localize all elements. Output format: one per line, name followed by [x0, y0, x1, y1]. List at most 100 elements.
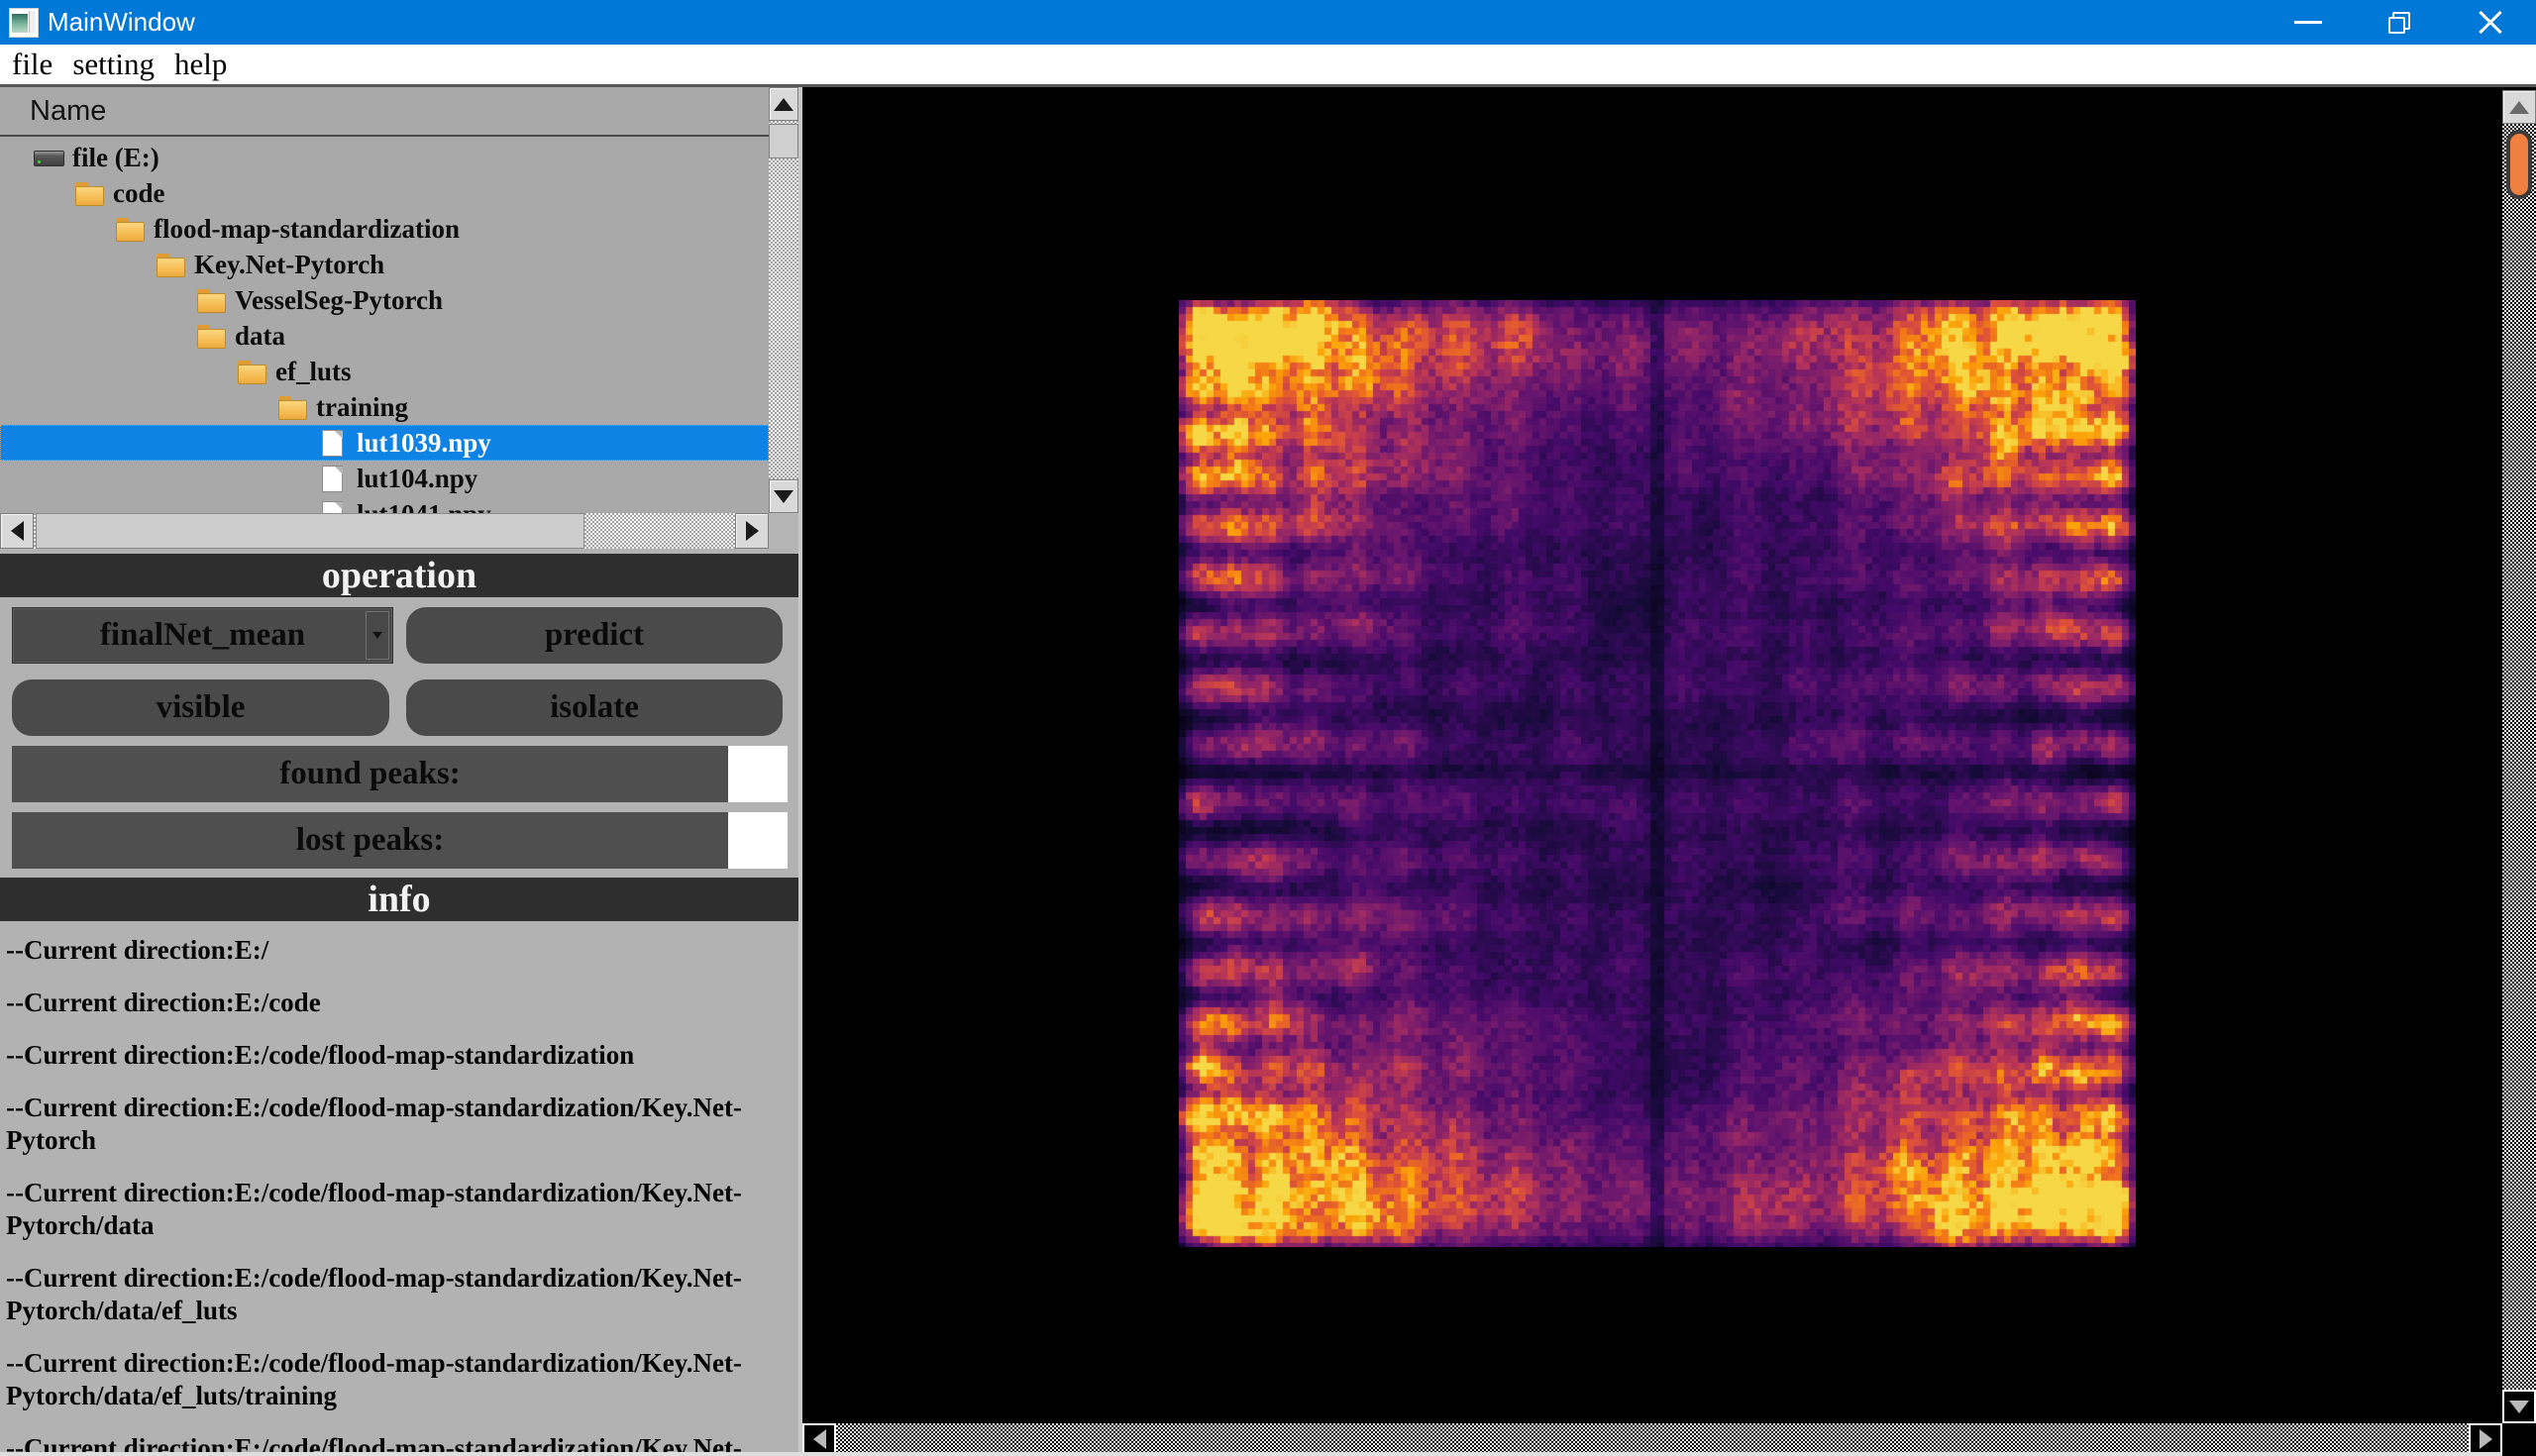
- minimize-button[interactable]: [2263, 0, 2354, 45]
- tree-item-training[interactable]: training: [0, 389, 769, 425]
- info-log-line: --Current direction:E:/​code/​flood-map-…: [6, 1432, 792, 1453]
- file-icon: [318, 501, 348, 514]
- image-vscroll-track[interactable]: [2502, 124, 2536, 1390]
- restore-icon: [2388, 12, 2410, 34]
- tree-vscroll-track[interactable]: [769, 121, 798, 479]
- tree-item-code[interactable]: code: [0, 175, 769, 211]
- floodmap-canvas: [1179, 300, 2136, 1247]
- close-button[interactable]: [2445, 0, 2536, 45]
- tree-rows: file (E:) code flood-map-standardization Ke…: [0, 137, 769, 513]
- tree-header-label: Name: [30, 95, 106, 128]
- restore-button[interactable]: [2354, 0, 2445, 45]
- folder-icon: [277, 394, 307, 421]
- tree-scroll-right-button[interactable]: [735, 513, 769, 549]
- file-icon: [318, 430, 348, 457]
- tree-hscroll-thumb[interactable]: [36, 513, 584, 549]
- folder-icon: [196, 287, 226, 314]
- file-icon: [318, 466, 348, 492]
- tree-item-label: VesselSeg-Pytorch: [235, 285, 443, 316]
- operation-section-header: operation: [0, 554, 798, 597]
- image-vscroll-thumb[interactable]: [2506, 130, 2532, 199]
- image-scroll-down-button[interactable]: [2502, 1390, 2536, 1423]
- tree-item-data[interactable]: data: [0, 318, 769, 354]
- image-vertical-scrollbar[interactable]: [2502, 87, 2536, 1423]
- tree-horizontal-scrollbar[interactable]: [0, 513, 769, 549]
- tree-item-key-net-pytorch[interactable]: Key.Net-Pytorch: [0, 247, 769, 282]
- info-log-line: --Current direction:E:/​code/​flood-map-…: [6, 1262, 792, 1327]
- info-log-line: --Current direction:E:/​code/​flood-map-…: [6, 1347, 792, 1412]
- info-log-line: --Current direction:E:/​: [6, 934, 792, 967]
- main-window: MainWindow file setting help Name file (E:…: [0, 0, 2536, 1456]
- image-hscroll-track[interactable]: [836, 1423, 2469, 1455]
- tree-item-ef-luts[interactable]: ef_luts: [0, 354, 769, 389]
- tree-item-label: lut1041.npy: [357, 499, 491, 514]
- app-icon: [9, 8, 39, 38]
- folder-icon: [74, 180, 104, 207]
- tree-header[interactable]: Name: [0, 87, 769, 137]
- image-scroll-left-button[interactable]: [802, 1423, 836, 1455]
- tree-scroll-down-button[interactable]: [769, 479, 798, 513]
- isolate-button[interactable]: isolate: [406, 679, 783, 736]
- arrow-up-icon: [2509, 101, 2529, 114]
- info-log: --Current direction:E:/​ --Current direct…: [6, 934, 792, 1453]
- minimize-icon: [2294, 21, 2322, 24]
- tree-item-label: lut1039.npy: [357, 428, 491, 459]
- info-section-header: info: [0, 878, 798, 921]
- tree-item-file-e-[interactable]: file (E:): [0, 140, 769, 175]
- info-log-line: --Current direction:E:/​code: [6, 987, 792, 1019]
- predict-button[interactable]: predict: [406, 607, 783, 664]
- tree-item-vesselseg-pytorch[interactable]: VesselSeg-Pytorch: [0, 282, 769, 318]
- tree-item-lut1039-npy[interactable]: lut1039.npy: [0, 425, 769, 461]
- folder-icon: [156, 252, 185, 278]
- tree-item-flood-map-standardization[interactable]: flood-map-standardization: [0, 211, 769, 247]
- visible-button[interactable]: visible: [12, 679, 389, 736]
- title-bar: MainWindow: [0, 0, 2536, 45]
- chevron-down-icon: [372, 632, 382, 639]
- predict-button-label: predict: [545, 617, 644, 654]
- lost-peaks-value[interactable]: [728, 812, 788, 869]
- close-icon: [2478, 10, 2503, 36]
- tree-item-lut1041-npy[interactable]: lut1041.npy: [0, 496, 769, 513]
- image-scrollbar-corner: [2502, 1423, 2536, 1455]
- image-viewport[interactable]: [798, 87, 2536, 1456]
- tree-vscroll-thumb[interactable]: [769, 124, 798, 158]
- operation-header-label: operation: [322, 554, 476, 597]
- info-header-label: info: [368, 878, 430, 921]
- arrow-up-icon: [774, 98, 793, 111]
- model-combobox[interactable]: finalNet_mean: [12, 607, 393, 664]
- image-scroll-up-button[interactable]: [2502, 90, 2536, 124]
- drive-icon: [34, 145, 63, 171]
- menu-item-setting[interactable]: setting: [70, 47, 157, 82]
- tree-vertical-scrollbar[interactable]: [769, 87, 798, 513]
- menu-bar: file setting help: [0, 45, 2536, 84]
- tree-item-label: Key.Net-Pytorch: [194, 250, 384, 280]
- file-tree: Name file (E:) code flood-map-standardizat…: [0, 87, 798, 549]
- menu-item-file[interactable]: file: [10, 47, 54, 82]
- found-peaks-label-text: found peaks:: [279, 756, 460, 792]
- info-log-line: --Current direction:E:/​code/​flood-map-…: [6, 1039, 792, 1072]
- found-peaks-label: found peaks:: [12, 746, 728, 802]
- tree-item-label: flood-map-standardization: [154, 214, 460, 245]
- combobox-dropdown-strip[interactable]: [366, 611, 389, 660]
- window-bottom-edge: [0, 1452, 2502, 1456]
- tree-item-label: code: [113, 178, 164, 209]
- folder-icon: [115, 216, 145, 243]
- tree-item-label: file (E:): [72, 143, 159, 173]
- arrow-left-icon: [11, 521, 24, 541]
- arrow-down-icon: [2509, 1401, 2529, 1413]
- image-horizontal-scrollbar[interactable]: [802, 1423, 2502, 1455]
- tree-scroll-left-button[interactable]: [0, 513, 34, 549]
- tree-item-label: data: [235, 321, 285, 352]
- lost-peaks-label: lost peaks:: [12, 812, 728, 869]
- tree-scrollbar-corner: [769, 513, 798, 549]
- info-log-line: --Current direction:E:/​code/​flood-map-…: [6, 1177, 792, 1242]
- tree-item-lut104-npy[interactable]: lut104.npy: [0, 461, 769, 496]
- arrow-right-icon: [746, 521, 759, 541]
- tree-scroll-up-button[interactable]: [769, 87, 798, 121]
- isolate-button-label: isolate: [550, 689, 639, 726]
- image-scroll-right-button[interactable]: [2469, 1423, 2502, 1455]
- found-peaks-value[interactable]: [728, 746, 788, 802]
- arrow-left-icon: [813, 1429, 826, 1449]
- menu-item-help[interactable]: help: [172, 47, 229, 82]
- window-title: MainWindow: [48, 7, 195, 38]
